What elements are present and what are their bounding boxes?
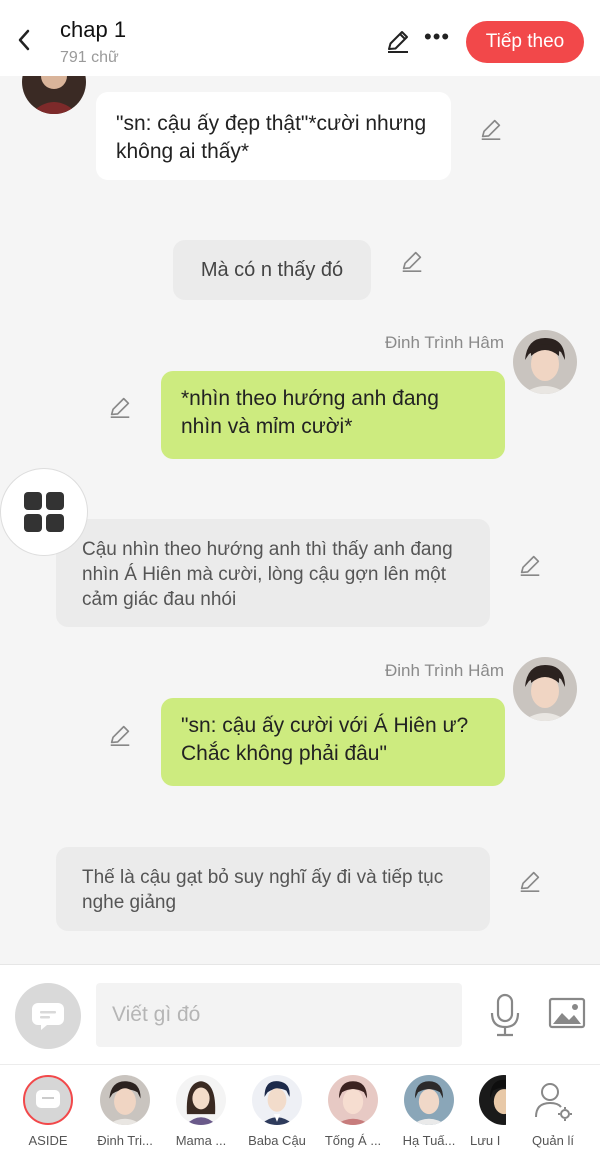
word-count: 791 chữ [60,49,119,66]
edit-title-button[interactable] [384,27,412,55]
next-button[interactable]: Tiếp theo [466,21,584,63]
aside-chat-icon [32,1003,64,1030]
more-options-button[interactable]: ••• [424,26,450,54]
pencil-icon [520,871,540,893]
character-label: Đinh Tri... [97,1133,153,1148]
message-text: Mà có n thấy đó [200,259,344,281]
character-label: Lưu I [470,1133,501,1148]
message-text: "sn: cậu ấy đẹp thật"*cười nhưng không a… [116,112,427,163]
avatar[interactable] [513,330,577,394]
character-dinh-trinh-ham[interactable]: Đinh Tri... [87,1073,163,1151]
floating-menu-button[interactable] [0,468,88,556]
character-baba[interactable]: Baba Cậu [239,1073,315,1151]
avatar[interactable] [513,657,577,721]
character-label: Baba Cậu [248,1133,306,1148]
pencil-icon [402,251,422,273]
header-bar: chap 1 791 chữ ••• Tiếp theo [0,0,600,76]
avatar [404,1075,454,1125]
manage-characters-button[interactable]: Quản lí [515,1073,591,1151]
avatar [252,1075,302,1125]
narration-bubble[interactable]: Thế là cậu gạt bỏ suy nghĩ ấy đi và tiếp… [56,847,490,931]
character-aside[interactable]: ASIDE [10,1073,86,1151]
avatar [176,1075,226,1125]
back-arrow-icon [18,29,30,51]
pencil-icon [110,397,130,419]
character-label: ASIDE [28,1133,68,1148]
character-label: Quản lí [532,1133,574,1148]
more-icon: ••• [424,24,451,49]
message-bubble[interactable]: *nhìn theo hướng anh đang nhìn và mỉm cư… [161,371,505,459]
character-tong-a[interactable]: Tống Á ... [315,1073,391,1151]
input-bar [0,964,600,1064]
character-label: Tống Á ... [324,1133,382,1148]
avatar [328,1075,378,1125]
user-settings-icon [528,1075,578,1125]
chat-area[interactable]: "sn: cậu ấy đẹp thật"*cười nhưng không a… [0,76,600,964]
message-text: "sn: cậu ấy cười với Á Hiên ư? Chắc khôn… [181,714,469,765]
character-ha-tuan[interactable]: Hạ Tuấ... [391,1073,467,1151]
pencil-icon [110,725,130,747]
edit-message-button[interactable] [517,868,543,894]
edit-message-button[interactable] [478,116,504,142]
mic-icon [490,993,520,1037]
pencil-icon [520,555,540,577]
message-text: Thế là cậu gạt bỏ suy nghĩ ấy đi và tiếp… [82,867,444,913]
character-mama[interactable]: Mama ... [163,1073,239,1151]
edit-message-button[interactable] [517,552,543,578]
aside-toggle-button[interactable] [15,983,81,1049]
narration-bubble[interactable]: Cậu nhìn theo hướng anh thì thấy anh đan… [56,519,490,627]
pencil-icon [388,31,408,53]
edit-message-button[interactable] [107,394,133,420]
character-bar: ASIDE Đinh Tri... Mama ... Baba Cậu Tống… [0,1064,600,1152]
pencil-icon [481,119,501,141]
avatar [479,1075,506,1125]
image-icon [548,997,586,1029]
aside-chat-icon [23,1075,73,1125]
character-label: Hạ Tuấ... [402,1133,456,1148]
character-luu[interactable]: Lưu I [466,1073,506,1151]
message-input[interactable] [96,983,462,1047]
edit-message-button[interactable] [107,722,133,748]
sender-name: Đinh Trình Hâm [384,333,504,352]
grid-menu-icon [24,492,64,532]
edit-message-button[interactable] [399,248,425,274]
message-text: Cậu nhìn theo hướng anh thì thấy anh đan… [82,539,453,610]
back-button[interactable] [10,24,38,56]
avatar [100,1075,150,1125]
message-bubble[interactable]: Mà có n thấy đó [173,240,371,300]
page-title: chap 1 [60,17,127,42]
character-label: Mama ... [175,1133,227,1148]
message-bubble[interactable]: "sn: cậu ấy đẹp thật"*cười nhưng không a… [96,92,451,180]
image-button[interactable] [548,997,586,1031]
avatar[interactable] [22,76,86,114]
message-text: *nhìn theo hướng anh đang nhìn và mỉm cư… [181,387,439,438]
sender-name: Đinh Trình Hâm [384,661,504,680]
message-bubble[interactable]: "sn: cậu ấy cười với Á Hiên ư? Chắc khôn… [161,698,505,786]
mic-button[interactable] [488,993,522,1037]
